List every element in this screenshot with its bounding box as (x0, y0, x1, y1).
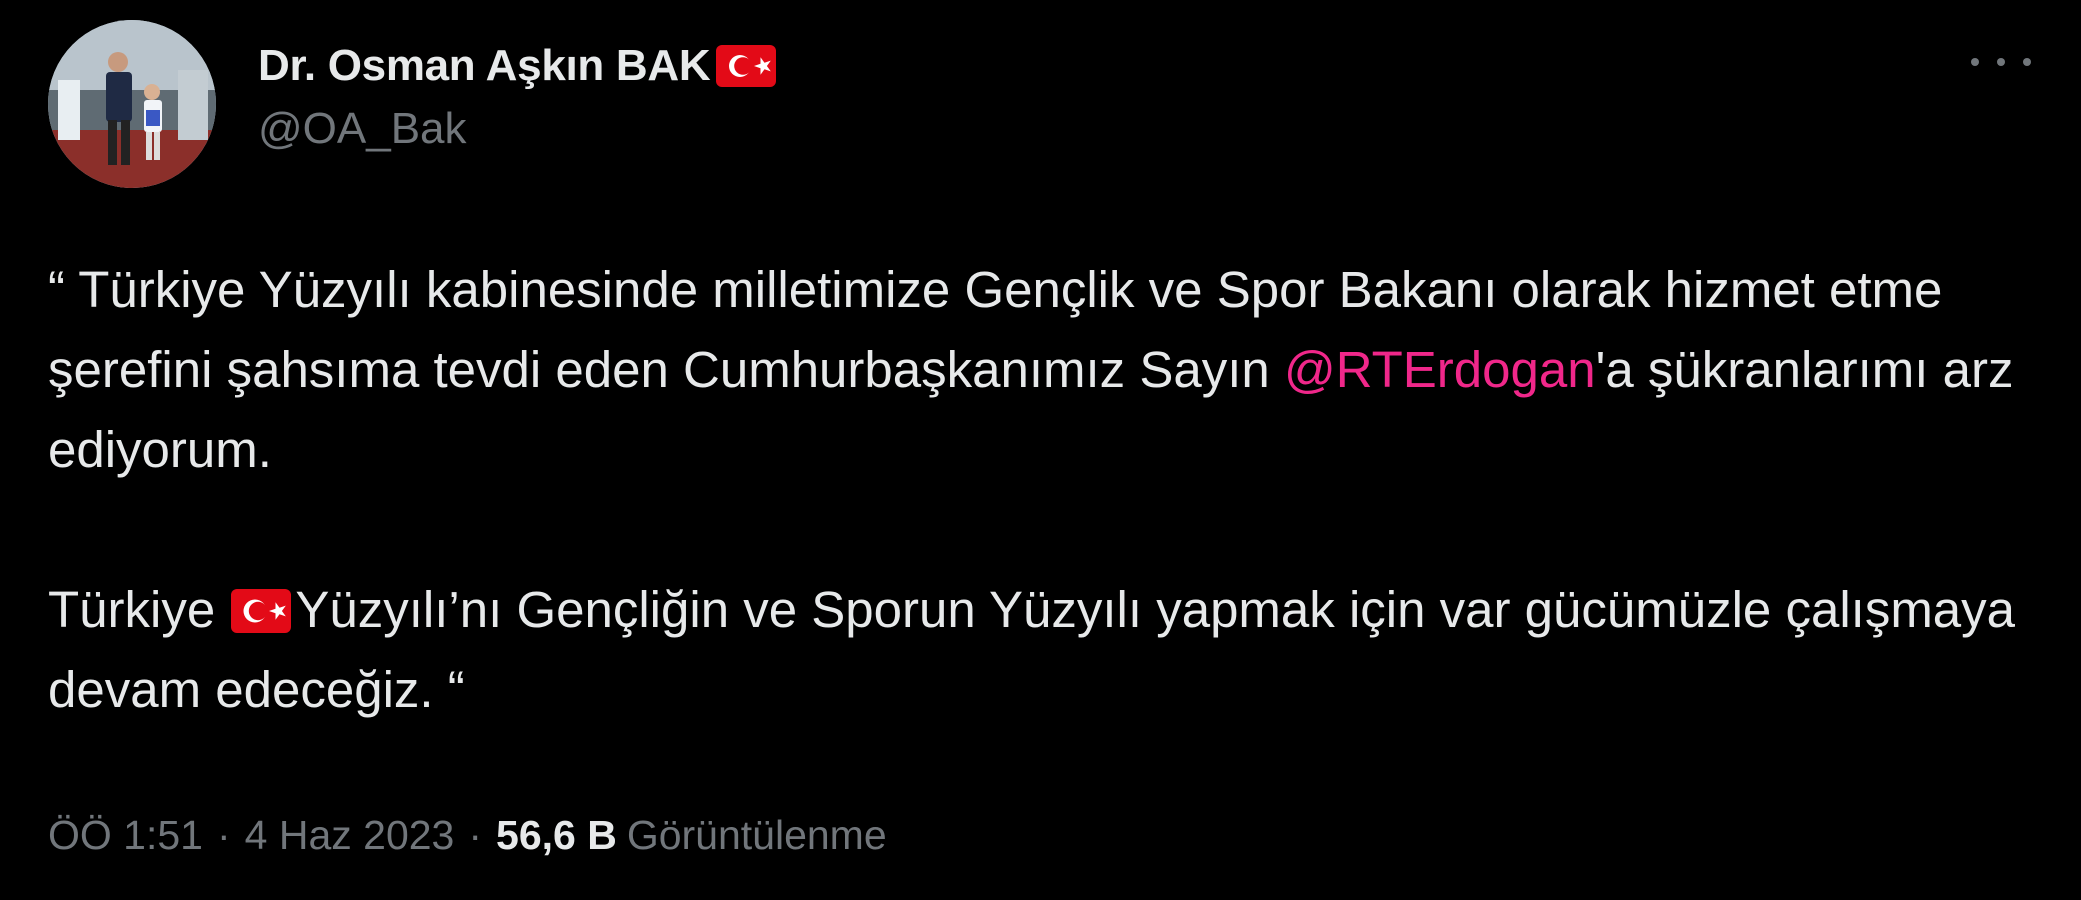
turkey-flag-icon (231, 589, 292, 633)
more-dot (1971, 58, 1979, 66)
tweet-time[interactable]: ÖÖ 1:51 (48, 812, 203, 859)
tweet-text: “ Türkiye Yüzyılı kabinesinde milletimiz… (48, 250, 2028, 730)
tweet: Dr. Osman Aşkın BAK @OA_Bak “ Türkiye Yü… (0, 0, 2081, 900)
views-count[interactable]: 56,6 B (496, 812, 617, 859)
author-display-name[interactable]: Dr. Osman Aşkın BAK (258, 41, 711, 91)
meta-separator: · (216, 812, 231, 858)
views-label: Görüntülenme (626, 812, 887, 858)
tweet-paragraph-1: “ Türkiye Yüzyılı kabinesinde milletimiz… (48, 250, 2028, 490)
mention-link[interactable]: @RTErdogan (1284, 341, 1596, 398)
tweet-paragraph-2-after: Yüzyılı’nı Gençliğin ve Sporun Yüzyılı y… (48, 581, 2016, 718)
display-name-row: Dr. Osman Aşkın BAK (258, 34, 777, 98)
turkey-flag-icon (716, 45, 777, 87)
more-dot (1997, 58, 2005, 66)
author-handle[interactable]: @OA_Bak (258, 104, 776, 154)
meta-separator: · (468, 812, 483, 858)
more-dot (2023, 58, 2031, 66)
profile-photo-icon (48, 20, 216, 188)
author-avatar[interactable] (48, 20, 216, 188)
author-info: Dr. Osman Aşkın BAK @OA_Bak (258, 34, 777, 154)
more-options-icon[interactable] (1971, 44, 2031, 80)
tweet-date[interactable]: 4 Haz 2023 (245, 812, 455, 859)
tweet-meta: ÖÖ 1:51 · 4 Haz 2023 · 56,6 B Görüntülen… (48, 812, 887, 859)
tweet-paragraph-2: Türkiye Yüzyılı’nı Gençliğin ve Sporun Y… (48, 570, 2028, 730)
tweet-paragraph-2-before: Türkiye (48, 581, 230, 638)
